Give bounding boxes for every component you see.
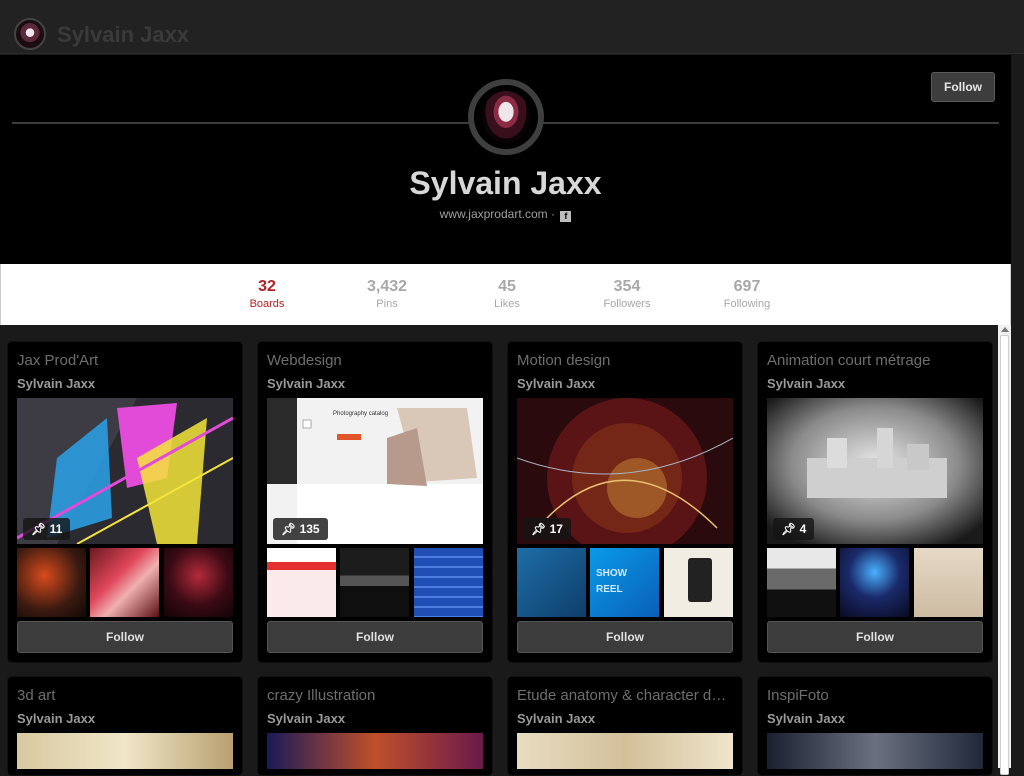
board-title[interactable]: Motion design — [517, 352, 733, 369]
stat-likes-label: Likes — [494, 298, 520, 310]
stat-boards-label: Boards — [249, 298, 285, 310]
board-card[interactable]: crazy Illustration Sylvain Jaxx — [257, 676, 493, 776]
board-thumb[interactable]: SHOW REEL — [590, 548, 659, 617]
board-thumb[interactable] — [267, 548, 336, 617]
stat-followers-label: Followers — [603, 298, 651, 310]
scrollbar[interactable] — [998, 325, 1011, 775]
follow-board-button[interactable]: Follow — [767, 621, 983, 653]
stat-following[interactable]: 697 Following — [692, 278, 802, 312]
stat-pins-count: 3,432 — [366, 278, 408, 295]
board-thumb[interactable] — [340, 548, 409, 617]
scrollbar-thumb[interactable] — [1000, 335, 1009, 775]
follow-board-button[interactable]: Follow — [17, 621, 233, 653]
pin-icon: 📌︎ — [531, 522, 547, 536]
pin-count-badge: 📌︎ 135 — [273, 518, 328, 540]
profile-links: www.jaxprodart.com · f — [0, 207, 1011, 222]
board-cover[interactable] — [17, 733, 233, 769]
avatar[interactable] — [14, 18, 46, 50]
board-thumbnails — [17, 548, 233, 617]
board-thumb[interactable] — [664, 548, 733, 617]
board-title[interactable]: Etude anatomy & character design — [517, 687, 733, 704]
board-cover[interactable]: 📌︎ 17 — [517, 398, 733, 544]
phone-shape — [688, 558, 712, 602]
profile-stats: 32 Boards 3,432 Pins 45 Likes 354 Follow… — [0, 264, 1011, 325]
pin-icon: 📌︎ — [31, 522, 47, 536]
board-thumb[interactable] — [414, 548, 483, 617]
board-card[interactable]: Etude anatomy & character design Sylvain… — [507, 676, 743, 776]
board-cover[interactable] — [517, 733, 733, 769]
board-owner[interactable]: Sylvain Jaxx — [17, 711, 95, 726]
pin-count: 4 — [799, 522, 807, 536]
board-thumb[interactable] — [90, 548, 159, 617]
follow-board-button[interactable]: Follow — [267, 621, 483, 653]
board-owner[interactable]: Sylvain Jaxx — [267, 376, 345, 391]
stat-likes[interactable]: 45 Likes — [452, 278, 562, 312]
board-thumb[interactable] — [517, 548, 586, 617]
stat-boards[interactable]: 32 Boards — [212, 278, 322, 312]
board-card[interactable]: 3d art Sylvain Jaxx — [7, 676, 243, 776]
pin-count: 17 — [549, 522, 563, 536]
pin-count: 135 — [299, 522, 320, 536]
stat-following-count: 697 — [733, 278, 761, 295]
board-cover[interactable]: 📌︎ 11 — [17, 398, 233, 544]
website-link[interactable]: www.jaxprodart.com — [440, 207, 548, 221]
facebook-icon[interactable]: f — [560, 211, 572, 222]
pin-icon: 📌︎ — [281, 522, 297, 536]
pin-count-badge: 📌︎ 11 — [23, 518, 71, 540]
board-card[interactable]: Jax Prod'Art Sylvain Jaxx 📌︎ 11 Follow — [7, 341, 243, 663]
follow-user-button[interactable]: Follow — [931, 72, 995, 102]
thumb-caption: SHOW REEL — [596, 568, 628, 595]
board-title[interactable]: crazy Illustration — [267, 687, 483, 704]
board-title[interactable]: Jax Prod'Art — [17, 352, 233, 369]
board-cover[interactable]: Photography catalog 📌︎ 135 — [267, 398, 483, 544]
board-title[interactable]: InspiFoto — [767, 687, 983, 704]
board-owner[interactable]: Sylvain Jaxx — [517, 711, 595, 726]
pin-count-badge: 📌︎ 17 — [523, 518, 571, 540]
board-card[interactable]: Motion design Sylvain Jaxx 📌︎ 17 SHOW RE… — [507, 341, 743, 663]
board-owner[interactable]: Sylvain Jaxx — [517, 376, 595, 391]
stat-followers[interactable]: 354 Followers — [572, 278, 682, 312]
pin-icon: 📌︎ — [781, 522, 797, 536]
cover-caption: Photography catalog — [333, 411, 389, 417]
follow-board-button[interactable]: Follow — [517, 621, 733, 653]
board-cover[interactable] — [767, 733, 983, 769]
top-bar: Sylvain Jaxx — [0, 0, 1024, 54]
stat-following-label: Following — [723, 298, 771, 310]
stat-likes-count: 45 — [498, 278, 516, 295]
stat-pins-label: Pins — [376, 298, 398, 310]
avatar-face — [482, 91, 530, 143]
board-card[interactable]: Webdesign Sylvain Jaxx Photography catal… — [257, 341, 493, 663]
scroll-up-arrow-icon[interactable] — [1001, 327, 1009, 332]
separator: · — [551, 207, 556, 221]
board-card[interactable]: InspiFoto Sylvain Jaxx — [757, 676, 993, 776]
profile-avatar — [468, 79, 544, 155]
board-title[interactable]: 3d art — [17, 687, 233, 704]
board-owner[interactable]: Sylvain Jaxx — [267, 711, 345, 726]
board-owner[interactable]: Sylvain Jaxx — [767, 376, 845, 391]
board-thumb[interactable] — [17, 548, 86, 617]
stat-pins[interactable]: 3,432 Pins — [332, 278, 442, 312]
board-title[interactable]: Animation court métrage — [767, 352, 983, 369]
profile-name: Sylvain Jaxx — [409, 165, 602, 201]
stat-boards-count: 32 — [258, 278, 276, 295]
board-thumb[interactable] — [164, 548, 233, 617]
board-card[interactable]: Animation court métrage Sylvain Jaxx 📌︎ … — [757, 341, 993, 663]
board-cover[interactable]: 📌︎ 4 — [767, 398, 983, 544]
board-thumbnails — [267, 548, 483, 617]
board-thumb[interactable] — [767, 548, 836, 617]
top-bar-name[interactable]: Sylvain Jaxx — [57, 22, 189, 48]
board-thumbnails — [767, 548, 983, 617]
board-thumbnails: SHOW REEL — [517, 548, 733, 617]
board-thumb[interactable] — [840, 548, 909, 617]
pin-count: 11 — [49, 522, 63, 536]
profile-header: Follow Sylvain Jaxx www.jaxprodart.com ·… — [0, 55, 1011, 264]
board-owner[interactable]: Sylvain Jaxx — [767, 711, 845, 726]
board-cover[interactable] — [267, 733, 483, 769]
board-title[interactable]: Webdesign — [267, 352, 483, 369]
pin-count-badge: 📌︎ 4 — [773, 518, 815, 540]
board-owner[interactable]: Sylvain Jaxx — [17, 376, 95, 391]
board-thumb[interactable] — [914, 548, 983, 617]
stat-followers-count: 354 — [613, 278, 641, 295]
